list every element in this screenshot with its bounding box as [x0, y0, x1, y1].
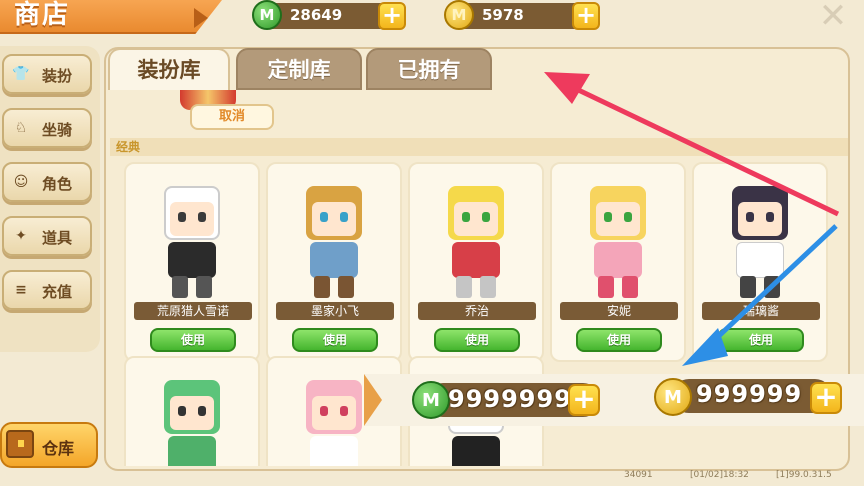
add-gold-coin-button[interactable]: +: [572, 2, 600, 30]
item-icon: ✦: [15, 228, 27, 244]
tab-owned[interactable]: 已拥有: [366, 48, 492, 90]
character-preview: [278, 170, 390, 300]
outfit-card[interactable]: [124, 356, 260, 466]
add-green-coin-overlay-button[interactable]: +: [568, 384, 600, 416]
footer-version: [1]99.0.31.5: [776, 470, 832, 480]
outfit-name: 安妮: [560, 302, 678, 320]
character-preview: [704, 170, 816, 300]
sidebar-item-label: 充值: [42, 283, 73, 301]
outfit-name: 墨家小飞: [276, 302, 394, 320]
title-chevron-icon: [194, 8, 208, 28]
character-preview: [136, 170, 248, 300]
gold-coin-amount: 5978: [482, 6, 524, 24]
overlay-chevron-icon: [364, 374, 382, 426]
green-coin-amount: 28649: [290, 6, 343, 24]
sidebar-item-label: 坐骑: [42, 121, 73, 139]
gold-coin-balance: M 5978 +: [444, 0, 600, 30]
outfit-card[interactable]: 瑞璃酱 使用: [692, 162, 828, 362]
sidebar-item-recharge[interactable]: ≡ 充值: [2, 270, 92, 310]
gold-coin-overlay-amount: 999999: [696, 380, 803, 408]
add-green-coin-button[interactable]: +: [378, 2, 406, 30]
character-icon: ☺: [13, 174, 29, 190]
title-banner: 商店: [0, 0, 222, 34]
currency-overlay: M 99999999 + M 999999 +: [364, 374, 864, 426]
outfit-name: 瑞璃酱: [702, 302, 820, 320]
chest-icon: [6, 430, 34, 458]
outfit-card[interactable]: 乔治 使用: [408, 162, 544, 362]
section-label-classic: 经典: [110, 138, 848, 156]
partial-item-card: 取消: [150, 90, 274, 132]
gold-coin-icon: M: [444, 0, 474, 30]
use-button[interactable]: 使用: [292, 328, 378, 352]
outfit-name: 乔治: [418, 302, 536, 320]
warehouse-button[interactable]: 仓库: [0, 422, 98, 468]
character-preview: [420, 170, 532, 300]
green-coin-icon: M: [252, 0, 282, 30]
footer-id: 34091: [624, 470, 653, 480]
sidebar: 👕 装扮 ♘ 坐骑 ☺ 角色 ✦ 道具 ≡ 充值: [0, 46, 100, 352]
cancel-button[interactable]: 取消: [190, 104, 274, 130]
character-preview: [562, 170, 674, 300]
recharge-icon: ≡: [15, 282, 27, 298]
green-coin-balance: M 28649 +: [252, 0, 406, 30]
use-button[interactable]: 使用: [150, 328, 236, 352]
mount-icon: ♘: [14, 120, 28, 136]
tab-custom-library[interactable]: 定制库: [236, 48, 362, 90]
use-button[interactable]: 使用: [576, 328, 662, 352]
use-button[interactable]: 使用: [718, 328, 804, 352]
outfit-name: 荒原猎人雪诺: [134, 302, 252, 320]
close-button[interactable]: ✕: [816, 0, 850, 34]
green-coin-icon: M: [412, 381, 450, 419]
sidebar-item-character[interactable]: ☺ 角色: [2, 162, 92, 202]
use-button[interactable]: 使用: [434, 328, 520, 352]
page-title: 商店: [14, 0, 71, 30]
warehouse-label: 仓库: [42, 439, 75, 458]
outfit-card[interactable]: 荒原猎人雪诺 使用: [124, 162, 260, 362]
sidebar-item-props[interactable]: ✦ 道具: [2, 216, 92, 256]
sidebar-item-outfit[interactable]: 👕 装扮: [2, 54, 92, 94]
sidebar-item-label: 装扮: [42, 67, 73, 85]
add-gold-coin-overlay-button[interactable]: +: [810, 382, 842, 414]
character-preview: [136, 364, 248, 466]
top-bar: 商店 M 28649 + M 5978 + ✕: [0, 0, 864, 34]
sidebar-item-label: 道具: [42, 229, 73, 247]
outfit-card[interactable]: 墨家小飞 使用: [266, 162, 402, 362]
tab-outfit-library[interactable]: 装扮库: [108, 48, 230, 90]
gold-coin-icon: M: [654, 378, 692, 416]
sidebar-item-label: 角色: [42, 175, 73, 193]
footer-time: [01/02]18:32: [690, 470, 749, 480]
sidebar-item-mount[interactable]: ♘ 坐骑: [2, 108, 92, 148]
shirt-icon: 👕: [12, 66, 30, 82]
outfit-card[interactable]: 安妮 使用: [550, 162, 686, 362]
